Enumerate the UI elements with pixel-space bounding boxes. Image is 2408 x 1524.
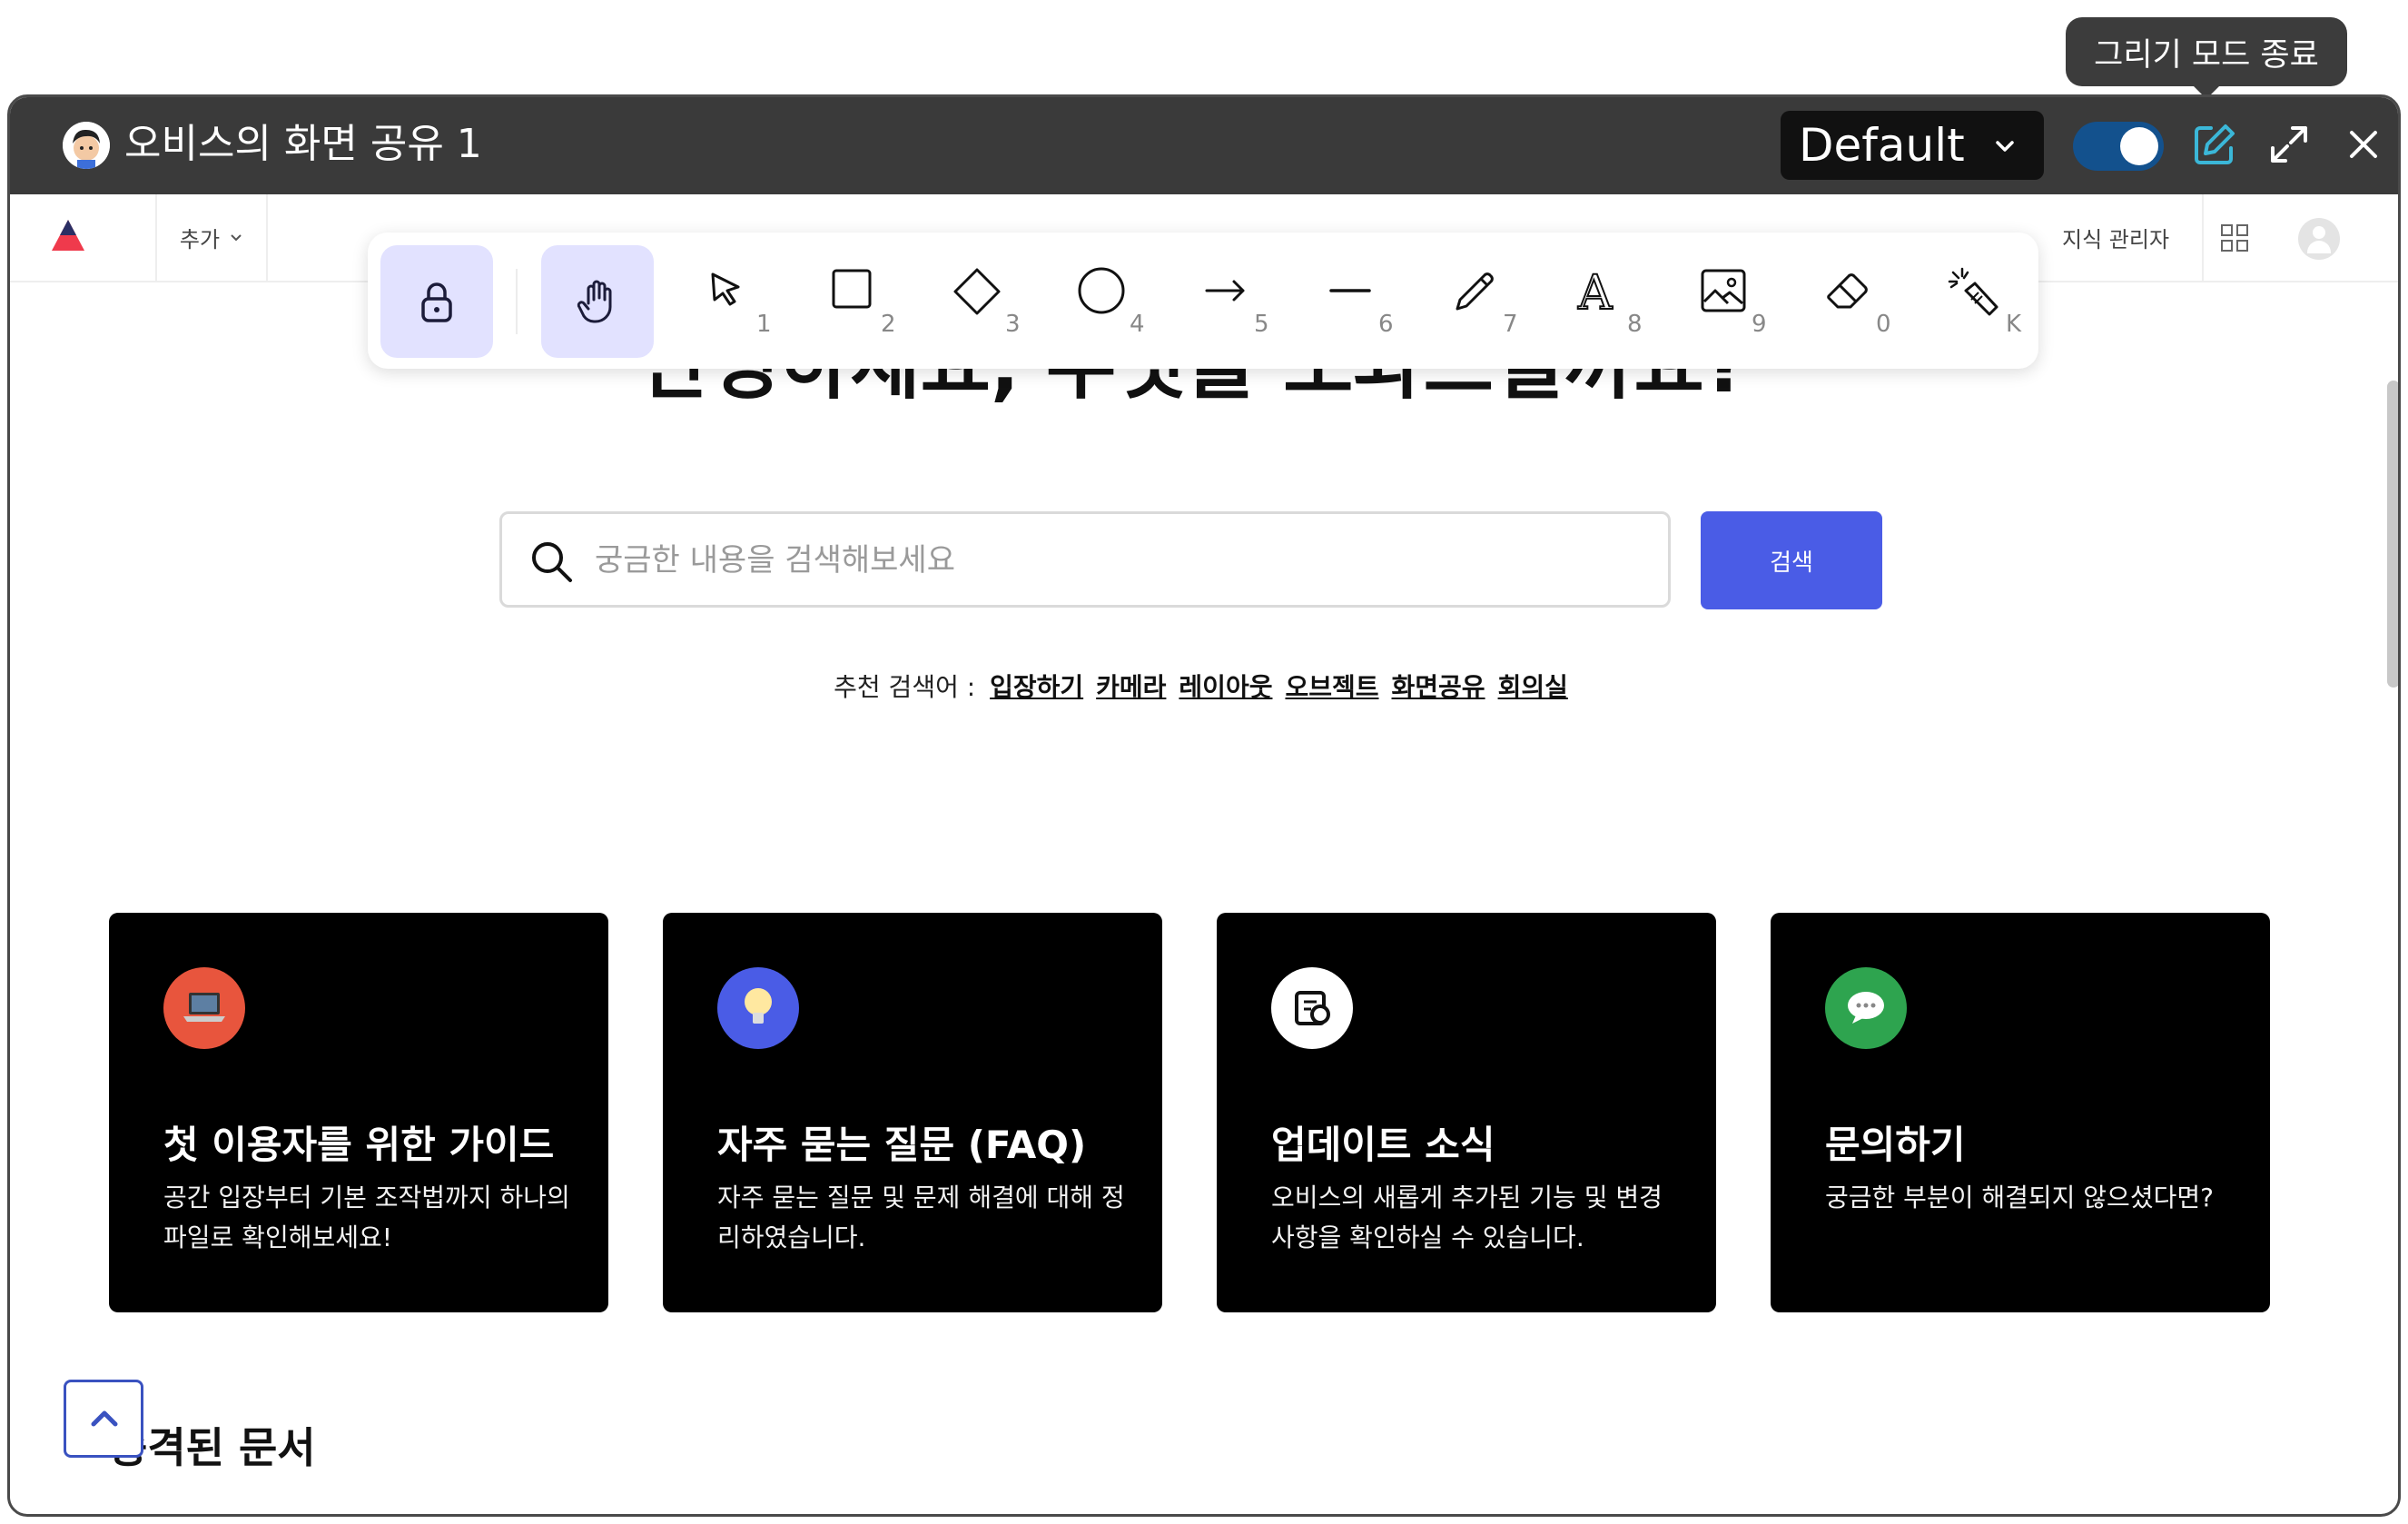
select-tool[interactable]: 1 [704, 267, 776, 340]
laser-tool[interactable]: K [1948, 267, 2022, 340]
ellipse-tool[interactable]: 4 [1077, 267, 1150, 340]
lightbulb-icon [717, 967, 799, 1049]
text-tool-key: 8 [1627, 311, 1643, 338]
mode-select[interactable]: Default [1781, 111, 2044, 180]
text-icon: A [1576, 267, 1614, 316]
text-tool[interactable]: A 8 [1574, 267, 1647, 340]
expand-icon[interactable] [2264, 119, 2314, 170]
chevron-up-icon [91, 1410, 118, 1427]
drawing-toolbar: 1 2 3 4 5 6 7 A 8 9 0 K [368, 233, 2038, 369]
cursor-icon [711, 272, 740, 306]
chat-bubble-icon [1825, 967, 1907, 1049]
image-tool-key: 9 [1752, 311, 1767, 338]
search-input[interactable] [593, 527, 1641, 594]
card-title: 업데이트 소식 [1271, 1123, 1495, 1167]
scrollbar[interactable] [2387, 381, 2398, 688]
search-box [499, 511, 1671, 608]
card-faq[interactable]: 자주 묻는 질문 (FAQ) 자주 묻는 질문 및 문제 해결에 대해 정리하였… [663, 913, 1162, 1312]
mode-select-value: Default [1799, 119, 1965, 172]
admin-link[interactable]: 지식 관리자 [2029, 194, 2205, 281]
diamond-icon [953, 268, 1001, 315]
laptop-icon [163, 967, 245, 1049]
card-title: 자주 묻는 질문 (FAQ) [717, 1123, 1087, 1167]
svg-text:A: A [1577, 267, 1614, 316]
card-description: 자주 묻는 질문 및 문제 해결에 대해 정리하였습니다. [717, 1183, 1125, 1252]
user-avatar-icon[interactable] [2298, 218, 2340, 260]
card-guide[interactable]: 첫 이용자를 위한 가이드 공간 입장부터 기본 조작법까지 하나의 파일로 확… [109, 913, 608, 1312]
laser-pointer-icon [1948, 267, 1998, 316]
add-menu[interactable]: 추가 [155, 194, 268, 281]
search-icon [532, 542, 572, 582]
eraser-icon [1827, 273, 1868, 309]
lock-icon [421, 282, 452, 322]
line-tool[interactable]: 6 [1326, 267, 1398, 340]
avatar [63, 122, 110, 169]
pencil-tool[interactable]: 7 [1450, 267, 1523, 340]
pencil-icon [1456, 272, 1494, 311]
drawing-toggle[interactable] [2073, 122, 2164, 171]
diamond-tool[interactable]: 3 [952, 267, 1025, 340]
suggested-keyword-link[interactable]: 레이아웃 [1179, 672, 1272, 702]
hand-tool-button[interactable] [541, 245, 654, 358]
suggested-keyword-link[interactable]: 입장하기 [990, 672, 1083, 702]
window-title: 오비스의 화면 공유 1 [124, 121, 482, 167]
image-tool[interactable]: 9 [1699, 267, 1771, 340]
arrow-right-icon [1205, 280, 1245, 302]
logo [52, 220, 84, 251]
pencil-tool-key: 7 [1503, 311, 1518, 338]
ellipse-tool-key: 4 [1130, 311, 1145, 338]
rectangle-icon [832, 269, 872, 309]
card-description: 공간 입장부터 기본 조작법까지 하나의 파일로 확인해보세요! [163, 1183, 570, 1252]
card-updates[interactable]: 업데이트 소식 오비스의 새롭게 추가된 기능 및 변경 사항을 확인하실 수 … [1217, 913, 1716, 1312]
eraser-tool-key: 0 [1876, 311, 1891, 338]
card-title: 첫 이용자를 위한 가이드 [163, 1123, 555, 1167]
line-tool-key: 6 [1378, 311, 1394, 338]
line-icon [1329, 289, 1371, 292]
select-tool-key: 1 [756, 311, 772, 338]
suggested-keyword-link[interactable]: 오브젝트 [1285, 672, 1378, 702]
edit-icon[interactable] [2189, 119, 2240, 170]
grid-icon[interactable] [2218, 222, 2251, 254]
card-title: 문의하기 [1825, 1123, 1966, 1167]
window-titlebar: 오비스의 화면 공유 1 Default [10, 97, 2398, 194]
suggested-keyword-link[interactable]: 회의실 [1498, 672, 1568, 702]
rectangle-tool-key: 2 [881, 311, 896, 338]
card-contact[interactable]: 문의하기 궁금한 부분이 해결되지 않으셨다면? [1771, 913, 2270, 1312]
exit-drawing-mode-tooltip: 그리기 모드 종료 [2066, 17, 2347, 99]
suggested-keywords: 추천 검색어 : 입장하기 카메라 레이아웃 오브젝트 화면공유 회의실 [0, 668, 2408, 704]
laser-tool-key: K [2006, 311, 2022, 338]
add-menu-label: 추가 [179, 227, 221, 252]
chevron-down-icon [1996, 141, 2014, 152]
suggested-keywords-label: 추천 검색어 : [834, 672, 976, 702]
rectangle-tool[interactable]: 2 [828, 267, 901, 340]
lock-button[interactable] [380, 245, 493, 358]
close-icon[interactable] [2338, 119, 2389, 170]
toolbar-divider [516, 269, 518, 334]
image-icon [1701, 269, 1746, 312]
card-description: 궁금한 부분이 해결되지 않으셨다면? [1825, 1183, 2214, 1212]
suggested-keyword-link[interactable]: 카메라 [1096, 672, 1166, 702]
suggested-keyword-link[interactable]: 화면공유 [1392, 672, 1485, 702]
scroll-to-top-button[interactable] [64, 1380, 143, 1458]
update-icon [1271, 967, 1353, 1049]
hand-icon [577, 280, 612, 323]
arrow-tool[interactable]: 5 [1201, 267, 1274, 340]
arrow-tool-key: 5 [1254, 311, 1269, 338]
card-description: 오비스의 새롭게 추가된 기능 및 변경 사항을 확인하실 수 있습니다. [1271, 1183, 1663, 1252]
chevron-down-icon [231, 233, 242, 241]
search-button[interactable]: 검색 [1701, 511, 1882, 609]
circle-icon [1078, 267, 1125, 314]
eraser-tool[interactable]: 0 [1823, 267, 1896, 340]
diamond-tool-key: 3 [1005, 311, 1021, 338]
